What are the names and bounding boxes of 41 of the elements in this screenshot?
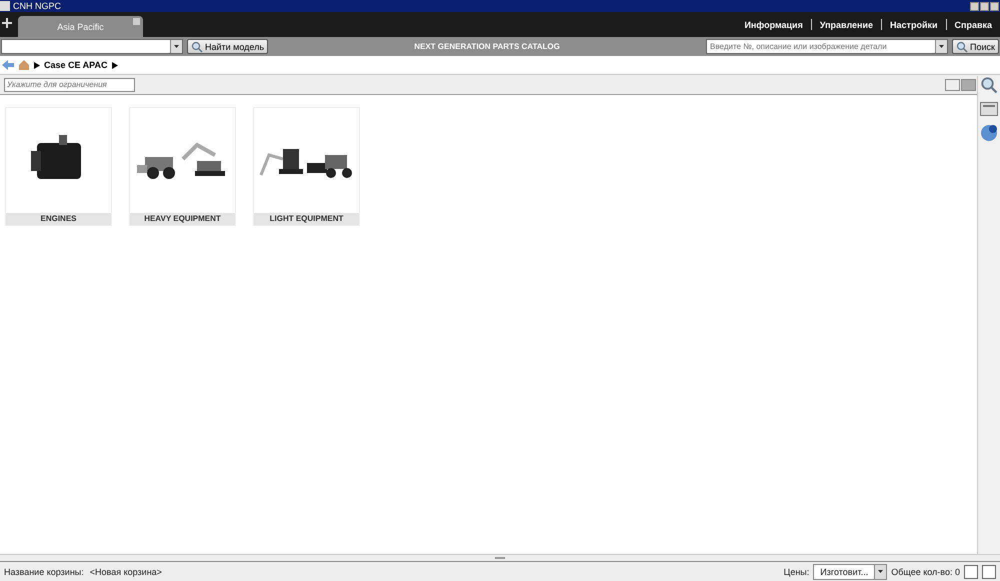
- category-card[interactable]: HEAVY EQUIPMENT: [129, 107, 236, 226]
- maximize-button[interactable]: [982, 564, 996, 578]
- back-arrow-icon[interactable]: [2, 60, 14, 70]
- search-icon[interactable]: [980, 76, 998, 94]
- filter-field[interactable]: Укажите для ограничения: [4, 78, 135, 92]
- prices-label: Цены:: [784, 566, 810, 576]
- newspaper-icon[interactable]: [980, 102, 998, 116]
- restore-button[interactable]: [980, 2, 989, 10]
- close-button[interactable]: [990, 2, 999, 10]
- menu-item[interactable]: Управление: [812, 20, 882, 30]
- splitter-handle[interactable]: [495, 557, 505, 559]
- breadcrumb-item[interactable]: Case CE APAC: [44, 60, 108, 70]
- menu-item[interactable]: Настройки: [882, 20, 946, 30]
- dropdown-icon: [878, 570, 884, 573]
- search-icon: [191, 40, 203, 52]
- category-label: ENGINES: [6, 213, 111, 225]
- category-card[interactable]: ENGINES: [5, 107, 112, 226]
- total-quantity: Общее кол-во: 0: [891, 566, 960, 576]
- minimize-button[interactable]: [970, 2, 979, 10]
- dropdown-icon: [174, 45, 179, 48]
- grid-view-button[interactable]: [961, 78, 976, 90]
- window-title: CNH NGPC: [13, 1, 62, 11]
- find-model-button[interactable]: Найти модель: [187, 39, 268, 54]
- breadcrumb-arrow-icon: [34, 62, 40, 68]
- category-label: HEAVY EQUIPMENT: [130, 213, 235, 225]
- dropdown-icon: [939, 45, 944, 48]
- category-card[interactable]: LIGHT EQUIPMENT: [253, 107, 360, 226]
- part-search-field[interactable]: Введите №, описание или изображение детали: [706, 39, 948, 54]
- breadcrumb-arrow-icon[interactable]: [112, 62, 118, 68]
- search-button[interactable]: Поиск: [952, 39, 999, 54]
- cart-name: <Новая корзина>: [90, 566, 162, 576]
- model-field[interactable]: [1, 39, 183, 54]
- list-view-button[interactable]: [945, 78, 960, 90]
- category-label: LIGHT EQUIPMENT: [254, 213, 359, 225]
- search-icon: [956, 40, 968, 52]
- window-toggle-button[interactable]: [964, 564, 978, 578]
- prices-dropdown[interactable]: Изготовит...: [813, 564, 888, 580]
- cart-label: Название корзины:: [4, 566, 84, 576]
- menu-item[interactable]: Справка: [946, 20, 1000, 30]
- menu-item[interactable]: Информация: [736, 20, 811, 30]
- catalog-title: NEXT GENERATION PARTS CATALOG: [413, 42, 561, 51]
